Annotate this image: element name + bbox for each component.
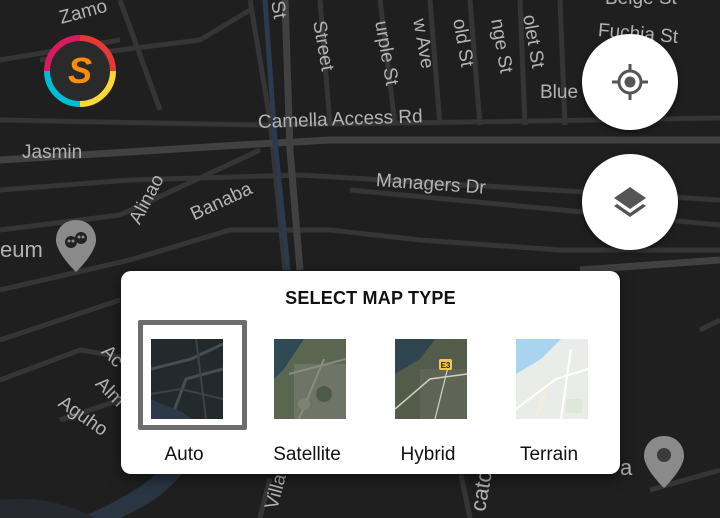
satellite-map-thumbnail xyxy=(274,339,346,419)
auto-map-thumbnail xyxy=(151,339,223,419)
crosshair-icon xyxy=(612,64,648,100)
map-type-option-terrain[interactable]: Terrain xyxy=(494,323,604,473)
street-label: Blue xyxy=(540,82,579,103)
app-logo[interactable]: S xyxy=(42,33,118,109)
street-label: a xyxy=(620,455,633,480)
map-type-option-auto[interactable]: Auto xyxy=(129,320,247,473)
layers-icon xyxy=(614,187,646,217)
street-label: Beige St xyxy=(605,0,677,10)
museum-pin-icon[interactable] xyxy=(54,218,98,274)
street-label: Jasmin xyxy=(22,142,83,163)
map-type-option-hybrid[interactable]: E3 Hybrid xyxy=(373,323,483,473)
map-layers-button[interactable] xyxy=(582,154,678,250)
app-logo-icon: S xyxy=(44,35,116,107)
map-type-label: Satellite xyxy=(273,444,341,465)
map-type-option-satellite[interactable]: Satellite xyxy=(252,323,362,473)
terrain-map-thumbnail xyxy=(516,339,588,419)
map-type-label: Hybrid xyxy=(400,444,456,465)
highway-badge: E3 xyxy=(441,361,451,370)
dialog-title: SELECT MAP TYPE xyxy=(285,288,456,308)
place-pin-icon[interactable] xyxy=(642,434,686,490)
hybrid-map-thumbnail: E3 xyxy=(395,339,467,419)
logo-letter: S xyxy=(68,50,92,91)
map-type-dialog: SELECT MAP TYPE Auto Satellite E3 Hybrid… xyxy=(121,271,620,474)
my-location-button[interactable] xyxy=(582,34,678,130)
map-type-label: Terrain xyxy=(519,444,579,465)
map-type-label: Auto xyxy=(164,444,204,465)
street-label: eum xyxy=(0,237,43,262)
